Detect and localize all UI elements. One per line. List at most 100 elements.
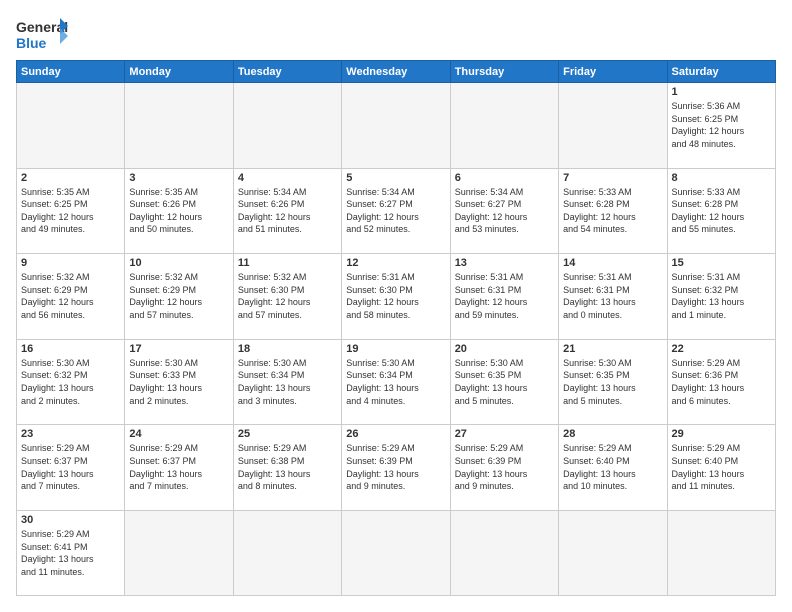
calendar-cell — [17, 83, 125, 169]
day-info: Sunrise: 5:35 AM Sunset: 6:25 PM Dayligh… — [21, 186, 120, 236]
day-info: Sunrise: 5:30 AM Sunset: 6:34 PM Dayligh… — [238, 357, 337, 407]
header-wednesday: Wednesday — [342, 61, 450, 83]
day-number: 30 — [21, 514, 120, 526]
day-number: 2 — [21, 172, 120, 184]
calendar-week-5: 23 Sunrise: 5:29 AM Sunset: 6:37 PM Dayli… — [17, 425, 776, 511]
day-number: 27 — [455, 428, 554, 440]
day-info: Sunrise: 5:31 AM Sunset: 6:31 PM Dayligh… — [563, 271, 662, 321]
calendar-cell: 11Sunrise: 5:32 AM Sunset: 6:30 PM Dayli… — [233, 254, 341, 340]
calendar-cell: 17 Sunrise: 5:30 AM Sunset: 6:33 PM Dayli… — [125, 339, 233, 425]
logo: General Blue — [16, 16, 68, 52]
day-info: Sunrise: 5:34 AM Sunset: 6:27 PM Dayligh… — [455, 186, 554, 236]
day-info: Sunrise: 5:30 AM Sunset: 6:35 PM Dayligh… — [455, 357, 554, 407]
calendar-week-2: 2 Sunrise: 5:35 AM Sunset: 6:25 PM Daylig… — [17, 168, 776, 254]
day-number: 1 — [672, 86, 771, 98]
calendar-cell: 27 Sunrise: 5:29 AM Sunset: 6:39 PM Dayli… — [450, 425, 558, 511]
day-info: Sunrise: 5:29 AM Sunset: 6:41 PM Dayligh… — [21, 528, 120, 578]
day-info: Sunrise: 5:31 AM Sunset: 6:31 PM Dayligh… — [455, 271, 554, 321]
day-number: 7 — [563, 172, 662, 184]
day-number: 22 — [672, 343, 771, 355]
day-info: Sunrise: 5:36 AM Sunset: 6:25 PM Dayligh… — [672, 100, 771, 150]
day-number: 21 — [563, 343, 662, 355]
day-info: Sunrise: 5:33 AM Sunset: 6:28 PM Dayligh… — [563, 186, 662, 236]
calendar-week-6: 30 Sunrise: 5:29 AM Sunset: 6:41 PM Dayli… — [17, 511, 776, 596]
day-info: Sunrise: 5:31 AM Sunset: 6:30 PM Dayligh… — [346, 271, 445, 321]
calendar-cell: 18Sunrise: 5:30 AM Sunset: 6:34 PM Dayli… — [233, 339, 341, 425]
calendar-cell — [125, 83, 233, 169]
day-info: Sunrise: 5:30 AM Sunset: 6:33 PM Dayligh… — [129, 357, 228, 407]
calendar-week-3: 9Sunrise: 5:32 AM Sunset: 6:29 PM Daylig… — [17, 254, 776, 340]
day-number: 12 — [346, 257, 445, 269]
calendar-cell: 13 Sunrise: 5:31 AM Sunset: 6:31 PM Dayli… — [450, 254, 558, 340]
calendar-cell — [342, 511, 450, 596]
day-info: Sunrise: 5:30 AM Sunset: 6:34 PM Dayligh… — [346, 357, 445, 407]
header: General Blue — [16, 16, 776, 52]
day-number: 10 — [129, 257, 228, 269]
calendar-cell: 30 Sunrise: 5:29 AM Sunset: 6:41 PM Dayli… — [17, 511, 125, 596]
calendar-cell: 23 Sunrise: 5:29 AM Sunset: 6:37 PM Dayli… — [17, 425, 125, 511]
day-info: Sunrise: 5:29 AM Sunset: 6:40 PM Dayligh… — [672, 442, 771, 492]
header-monday: Monday — [125, 61, 233, 83]
day-number: 5 — [346, 172, 445, 184]
calendar-cell: 10 Sunrise: 5:32 AM Sunset: 6:29 PM Dayli… — [125, 254, 233, 340]
day-info: Sunrise: 5:29 AM Sunset: 6:38 PM Dayligh… — [238, 442, 337, 492]
day-info: Sunrise: 5:34 AM Sunset: 6:27 PM Dayligh… — [346, 186, 445, 236]
calendar-cell — [233, 511, 341, 596]
day-number: 16 — [21, 343, 120, 355]
day-number: 17 — [129, 343, 228, 355]
day-number: 14 — [563, 257, 662, 269]
calendar-cell: 9Sunrise: 5:32 AM Sunset: 6:29 PM Daylig… — [17, 254, 125, 340]
calendar-cell — [667, 511, 775, 596]
calendar-cell: 2 Sunrise: 5:35 AM Sunset: 6:25 PM Daylig… — [17, 168, 125, 254]
header-tuesday: Tuesday — [233, 61, 341, 83]
calendar-cell — [125, 511, 233, 596]
calendar-cell: 21 Sunrise: 5:30 AM Sunset: 6:35 PM Dayli… — [559, 339, 667, 425]
day-info: Sunrise: 5:29 AM Sunset: 6:37 PM Dayligh… — [21, 442, 120, 492]
day-number: 6 — [455, 172, 554, 184]
calendar-cell — [342, 83, 450, 169]
day-info: Sunrise: 5:35 AM Sunset: 6:26 PM Dayligh… — [129, 186, 228, 236]
day-info: Sunrise: 5:33 AM Sunset: 6:28 PM Dayligh… — [672, 186, 771, 236]
calendar-cell: 8 Sunrise: 5:33 AM Sunset: 6:28 PM Daylig… — [667, 168, 775, 254]
calendar-cell: 5 Sunrise: 5:34 AM Sunset: 6:27 PM Daylig… — [342, 168, 450, 254]
day-number: 25 — [238, 428, 337, 440]
calendar-cell: 25 Sunrise: 5:29 AM Sunset: 6:38 PM Dayli… — [233, 425, 341, 511]
day-info: Sunrise: 5:29 AM Sunset: 6:39 PM Dayligh… — [455, 442, 554, 492]
day-number: 19 — [346, 343, 445, 355]
day-info: Sunrise: 5:29 AM Sunset: 6:37 PM Dayligh… — [129, 442, 228, 492]
day-info: Sunrise: 5:29 AM Sunset: 6:39 PM Dayligh… — [346, 442, 445, 492]
day-number: 13 — [455, 257, 554, 269]
calendar-cell: 24Sunrise: 5:29 AM Sunset: 6:37 PM Dayli… — [125, 425, 233, 511]
header-sunday: Sunday — [17, 61, 125, 83]
calendar-cell: 1 Sunrise: 5:36 AM Sunset: 6:25 PM Daylig… — [667, 83, 775, 169]
day-number: 20 — [455, 343, 554, 355]
day-number: 4 — [238, 172, 337, 184]
calendar-cell: 22 Sunrise: 5:29 AM Sunset: 6:36 PM Dayli… — [667, 339, 775, 425]
calendar-cell — [559, 83, 667, 169]
calendar-cell — [233, 83, 341, 169]
calendar-week-4: 16 Sunrise: 5:30 AM Sunset: 6:32 PM Dayli… — [17, 339, 776, 425]
day-number: 23 — [21, 428, 120, 440]
calendar-cell: 28Sunrise: 5:29 AM Sunset: 6:40 PM Dayli… — [559, 425, 667, 511]
day-number: 26 — [346, 428, 445, 440]
day-info: Sunrise: 5:29 AM Sunset: 6:36 PM Dayligh… — [672, 357, 771, 407]
day-info: Sunrise: 5:30 AM Sunset: 6:32 PM Dayligh… — [21, 357, 120, 407]
day-number: 28 — [563, 428, 662, 440]
header-friday: Friday — [559, 61, 667, 83]
calendar-cell: 7 Sunrise: 5:33 AM Sunset: 6:28 PM Daylig… — [559, 168, 667, 254]
day-number: 3 — [129, 172, 228, 184]
logo-svg: General Blue — [16, 16, 68, 52]
day-info: Sunrise: 5:32 AM Sunset: 6:30 PM Dayligh… — [238, 271, 337, 321]
calendar-cell: 3 Sunrise: 5:35 AM Sunset: 6:26 PM Daylig… — [125, 168, 233, 254]
calendar-cell: 19 Sunrise: 5:30 AM Sunset: 6:34 PM Dayli… — [342, 339, 450, 425]
day-number: 8 — [672, 172, 771, 184]
day-number: 15 — [672, 257, 771, 269]
day-info: Sunrise: 5:30 AM Sunset: 6:35 PM Dayligh… — [563, 357, 662, 407]
calendar-cell: 14 Sunrise: 5:31 AM Sunset: 6:31 PM Dayli… — [559, 254, 667, 340]
header-saturday: Saturday — [667, 61, 775, 83]
calendar-week-1: 1 Sunrise: 5:36 AM Sunset: 6:25 PM Daylig… — [17, 83, 776, 169]
page: General Blue Sunday Monday Tuesday Wedne… — [0, 0, 792, 612]
day-info: Sunrise: 5:34 AM Sunset: 6:26 PM Dayligh… — [238, 186, 337, 236]
calendar-cell — [450, 511, 558, 596]
day-info: Sunrise: 5:32 AM Sunset: 6:29 PM Dayligh… — [129, 271, 228, 321]
